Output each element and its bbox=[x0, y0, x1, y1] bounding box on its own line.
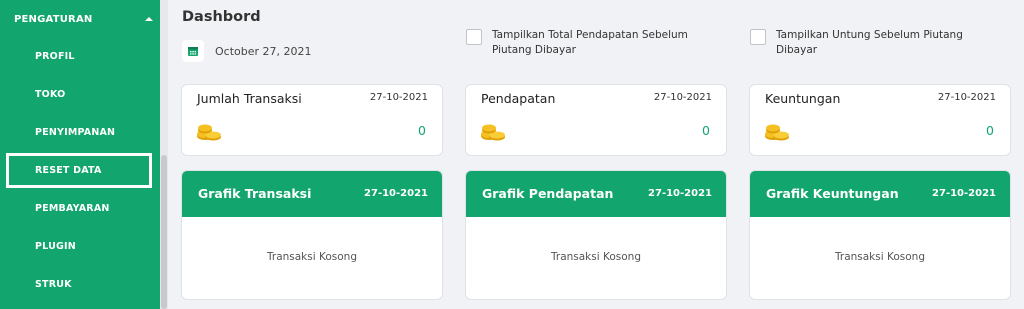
chart-card-date: 27-10-2021 bbox=[364, 188, 428, 199]
sidebar-item-label: PROFIL bbox=[35, 50, 75, 62]
chart-card-pendapatan: Grafik Pendapatan 27-10-2021 Transaksi K… bbox=[465, 170, 727, 300]
stat-card-date: 27-10-2021 bbox=[369, 92, 428, 103]
sidebar-item-label: PEMBAYARAN bbox=[35, 202, 110, 214]
chart-card-transaksi: Grafik Transaksi 27-10-2021 Transaksi Ko… bbox=[181, 170, 443, 300]
sidebar-item-penyimpanan[interactable]: PENYIMPANAN bbox=[0, 122, 160, 142]
coins-icon bbox=[764, 121, 790, 141]
sidebar-section-label: PENGATURAN bbox=[14, 13, 93, 25]
checkbox-box[interactable] bbox=[750, 29, 766, 45]
current-date: October 27, 2021 bbox=[215, 44, 312, 58]
stat-card-title: Keuntungan bbox=[765, 91, 841, 106]
chart-card-keuntungan: Grafik Keuntungan 27-10-2021 Transaksi K… bbox=[749, 170, 1011, 300]
sidebar-item-plugin[interactable]: PLUGIN bbox=[0, 236, 160, 256]
chart-card-title: Grafik Pendapatan bbox=[482, 186, 614, 201]
chart-empty-message: Transaksi Kosong bbox=[835, 251, 925, 263]
stat-card-date: 27-10-2021 bbox=[653, 92, 712, 103]
sidebar-item-label: RESET DATA bbox=[35, 164, 102, 176]
chart-card-title: Grafik Transaksi bbox=[198, 186, 312, 201]
stat-card-value: 0 bbox=[418, 123, 426, 138]
chart-card-date: 27-10-2021 bbox=[648, 188, 712, 199]
page-title: Dashbord bbox=[182, 9, 261, 25]
sidebar-item-reset-data[interactable]: RESET DATA bbox=[0, 160, 160, 180]
stat-card-pendapatan: Pendapatan 27-10-2021 0 bbox=[465, 84, 727, 156]
sidebar-item-label: TOKO bbox=[35, 88, 66, 100]
sidebar-section-pengaturan[interactable]: PENGATURAN bbox=[14, 12, 154, 26]
checkbox-box[interactable] bbox=[466, 29, 482, 45]
sidebar-item-profil[interactable]: PROFIL bbox=[0, 46, 160, 66]
sidebar-scrollbar-thumb[interactable] bbox=[161, 155, 167, 309]
chart-card-title: Grafik Keuntungan bbox=[766, 186, 899, 201]
chevron-up-icon[interactable] bbox=[144, 14, 154, 24]
sidebar-item-label: PLUGIN bbox=[35, 240, 76, 252]
stat-card-title: Pendapatan bbox=[481, 91, 556, 106]
checkbox-total-pendapatan[interactable]: Tampilkan Total Pendapatan Sebelum Piuta… bbox=[466, 28, 707, 58]
stat-card-date: 27-10-2021 bbox=[937, 92, 996, 103]
chart-card-date: 27-10-2021 bbox=[932, 188, 996, 199]
stat-card-value: 0 bbox=[986, 123, 994, 138]
chart-empty-message: Transaksi Kosong bbox=[551, 251, 641, 263]
sidebar-item-struk[interactable]: STRUK bbox=[0, 274, 160, 294]
sidebar: PENGATURAN PROFIL TOKO PENYIMPANAN RESET… bbox=[0, 0, 160, 309]
sidebar-item-label: PENYIMPANAN bbox=[35, 126, 116, 138]
coins-icon bbox=[196, 121, 222, 141]
coins-icon bbox=[480, 121, 506, 141]
date-picker[interactable]: October 27, 2021 bbox=[182, 40, 312, 62]
stat-card-transaksi: Jumlah Transaksi 27-10-2021 0 bbox=[181, 84, 443, 156]
sidebar-item-pembayaran[interactable]: PEMBAYARAN bbox=[0, 198, 160, 218]
stat-card-title: Jumlah Transaksi bbox=[197, 91, 302, 106]
stat-card-value: 0 bbox=[702, 123, 710, 138]
sidebar-item-label: STRUK bbox=[35, 278, 72, 290]
checkbox-label: Tampilkan Untung Sebelum Piutang Dibayar bbox=[776, 29, 963, 56]
checkbox-untung[interactable]: Tampilkan Untung Sebelum Piutang Dibayar bbox=[750, 28, 991, 58]
stat-card-keuntungan: Keuntungan 27-10-2021 0 bbox=[749, 84, 1011, 156]
chart-empty-message: Transaksi Kosong bbox=[267, 251, 357, 263]
checkbox-label: Tampilkan Total Pendapatan Sebelum Piuta… bbox=[492, 29, 688, 56]
sidebar-item-toko[interactable]: TOKO bbox=[0, 84, 160, 104]
calendar-icon[interactable] bbox=[182, 40, 204, 62]
